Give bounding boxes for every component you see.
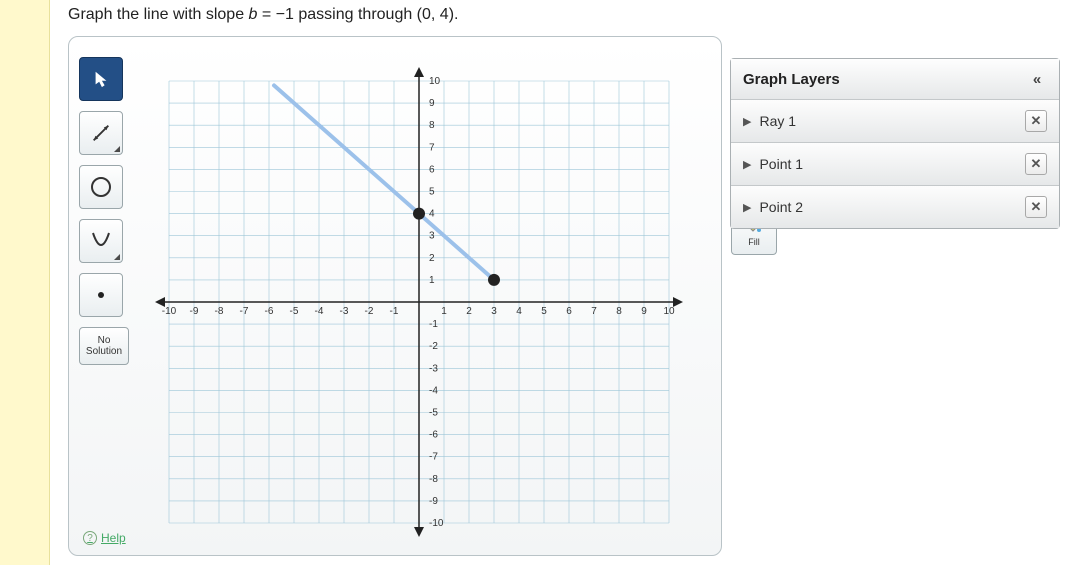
svg-text:-3: -3: [429, 363, 438, 374]
chevron-right-icon: ▶: [743, 158, 751, 171]
graph-canvas: NoSolution -10-9-8-7-6-5-4-3-2-112345678…: [68, 36, 722, 556]
svg-text:4: 4: [516, 306, 522, 317]
svg-text:-8: -8: [429, 474, 438, 485]
svg-text:-1: -1: [390, 306, 399, 317]
svg-text:6: 6: [429, 164, 435, 175]
svg-text:1: 1: [429, 275, 435, 286]
svg-text:3: 3: [429, 231, 435, 242]
svg-text:7: 7: [429, 142, 435, 153]
line-tool[interactable]: [79, 111, 123, 155]
svg-text:-5: -5: [290, 306, 299, 317]
layer-delete-button[interactable]: ✕: [1025, 196, 1047, 218]
svg-text:-9: -9: [190, 306, 199, 317]
layer-left: ▶ Point 2: [743, 199, 803, 215]
instruction-text: Graph the line with slope b = −1 passing…: [68, 6, 458, 24]
svg-text:-4: -4: [429, 385, 438, 396]
help-link[interactable]: ? Help: [83, 531, 126, 545]
svg-text:-2: -2: [365, 306, 374, 317]
svg-text:-10: -10: [162, 306, 177, 317]
svg-text:4: 4: [429, 209, 435, 220]
svg-text:-6: -6: [429, 430, 438, 441]
coordinate-plane[interactable]: -10-9-8-7-6-5-4-3-2-112345678910-10-9-8-…: [145, 57, 693, 547]
layer-row[interactable]: ▶ Point 2 ✕: [731, 186, 1059, 228]
layer-row[interactable]: ▶ Point 1 ✕: [731, 143, 1059, 186]
no-solution-label: NoSolution: [86, 335, 122, 357]
instruction-eq: = −1 passing through (0, 4).: [257, 6, 458, 23]
svg-text:-1: -1: [429, 319, 438, 330]
svg-text:-2: -2: [429, 341, 438, 352]
layer-delete-button[interactable]: ✕: [1025, 153, 1047, 175]
svg-text:6: 6: [566, 306, 572, 317]
svg-text:-3: -3: [340, 306, 349, 317]
svg-text:-8: -8: [215, 306, 224, 317]
layer-row[interactable]: ▶ Ray 1 ✕: [731, 100, 1059, 143]
layer-label: Ray 1: [759, 113, 796, 129]
svg-text:7: 7: [591, 306, 597, 317]
svg-text:10: 10: [429, 76, 441, 87]
submenu-icon: [114, 254, 120, 260]
graph-layers-panel: Graph Layers « ▶ Ray 1 ✕ ▶ Point 1 ✕ ▶ Point 2 ✕: [730, 58, 1060, 229]
svg-text:-4: -4: [315, 306, 324, 317]
svg-text:-5: -5: [429, 408, 438, 419]
svg-text:-7: -7: [240, 306, 249, 317]
layers-header: Graph Layers «: [731, 59, 1059, 100]
collapse-panel-icon[interactable]: «: [1027, 69, 1047, 89]
svg-text:2: 2: [466, 306, 472, 317]
svg-text:-10: -10: [429, 518, 444, 529]
svg-text:10: 10: [663, 306, 675, 317]
layer-left: ▶ Ray 1: [743, 113, 796, 129]
svg-text:9: 9: [641, 306, 647, 317]
tool-palette: NoSolution: [79, 57, 131, 365]
parabola-tool[interactable]: [79, 219, 123, 263]
chevron-right-icon: ▶: [743, 201, 751, 214]
svg-text:5: 5: [541, 306, 547, 317]
chevron-right-icon: ▶: [743, 115, 751, 128]
svg-text:3: 3: [491, 306, 497, 317]
svg-text:-6: -6: [265, 306, 274, 317]
point-tool[interactable]: [79, 273, 123, 317]
layer-delete-button[interactable]: ✕: [1025, 110, 1047, 132]
svg-text:5: 5: [429, 187, 435, 198]
graph-svg[interactable]: -10-9-8-7-6-5-4-3-2-112345678910-10-9-8-…: [145, 57, 693, 547]
layer-left: ▶ Point 1: [743, 156, 803, 172]
layer-label: Point 1: [759, 156, 803, 172]
pointer-tool[interactable]: [79, 57, 123, 101]
svg-text:-7: -7: [429, 452, 438, 463]
submenu-icon: [114, 146, 120, 152]
svg-text:8: 8: [429, 120, 435, 131]
margin-strip: [0, 0, 50, 565]
svg-text:-9: -9: [429, 496, 438, 507]
svg-text:8: 8: [616, 306, 622, 317]
fill-label: Fill: [748, 237, 760, 247]
help-icon: ?: [83, 531, 97, 545]
layers-title: Graph Layers: [743, 71, 840, 88]
layer-label: Point 2: [759, 199, 803, 215]
svg-text:9: 9: [429, 98, 435, 109]
no-solution-button[interactable]: NoSolution: [79, 327, 129, 365]
instruction-prefix: Graph the line with slope: [68, 6, 249, 23]
circle-tool[interactable]: [79, 165, 123, 209]
help-label: Help: [101, 531, 126, 545]
svg-text:1: 1: [441, 306, 447, 317]
svg-text:2: 2: [429, 253, 435, 264]
